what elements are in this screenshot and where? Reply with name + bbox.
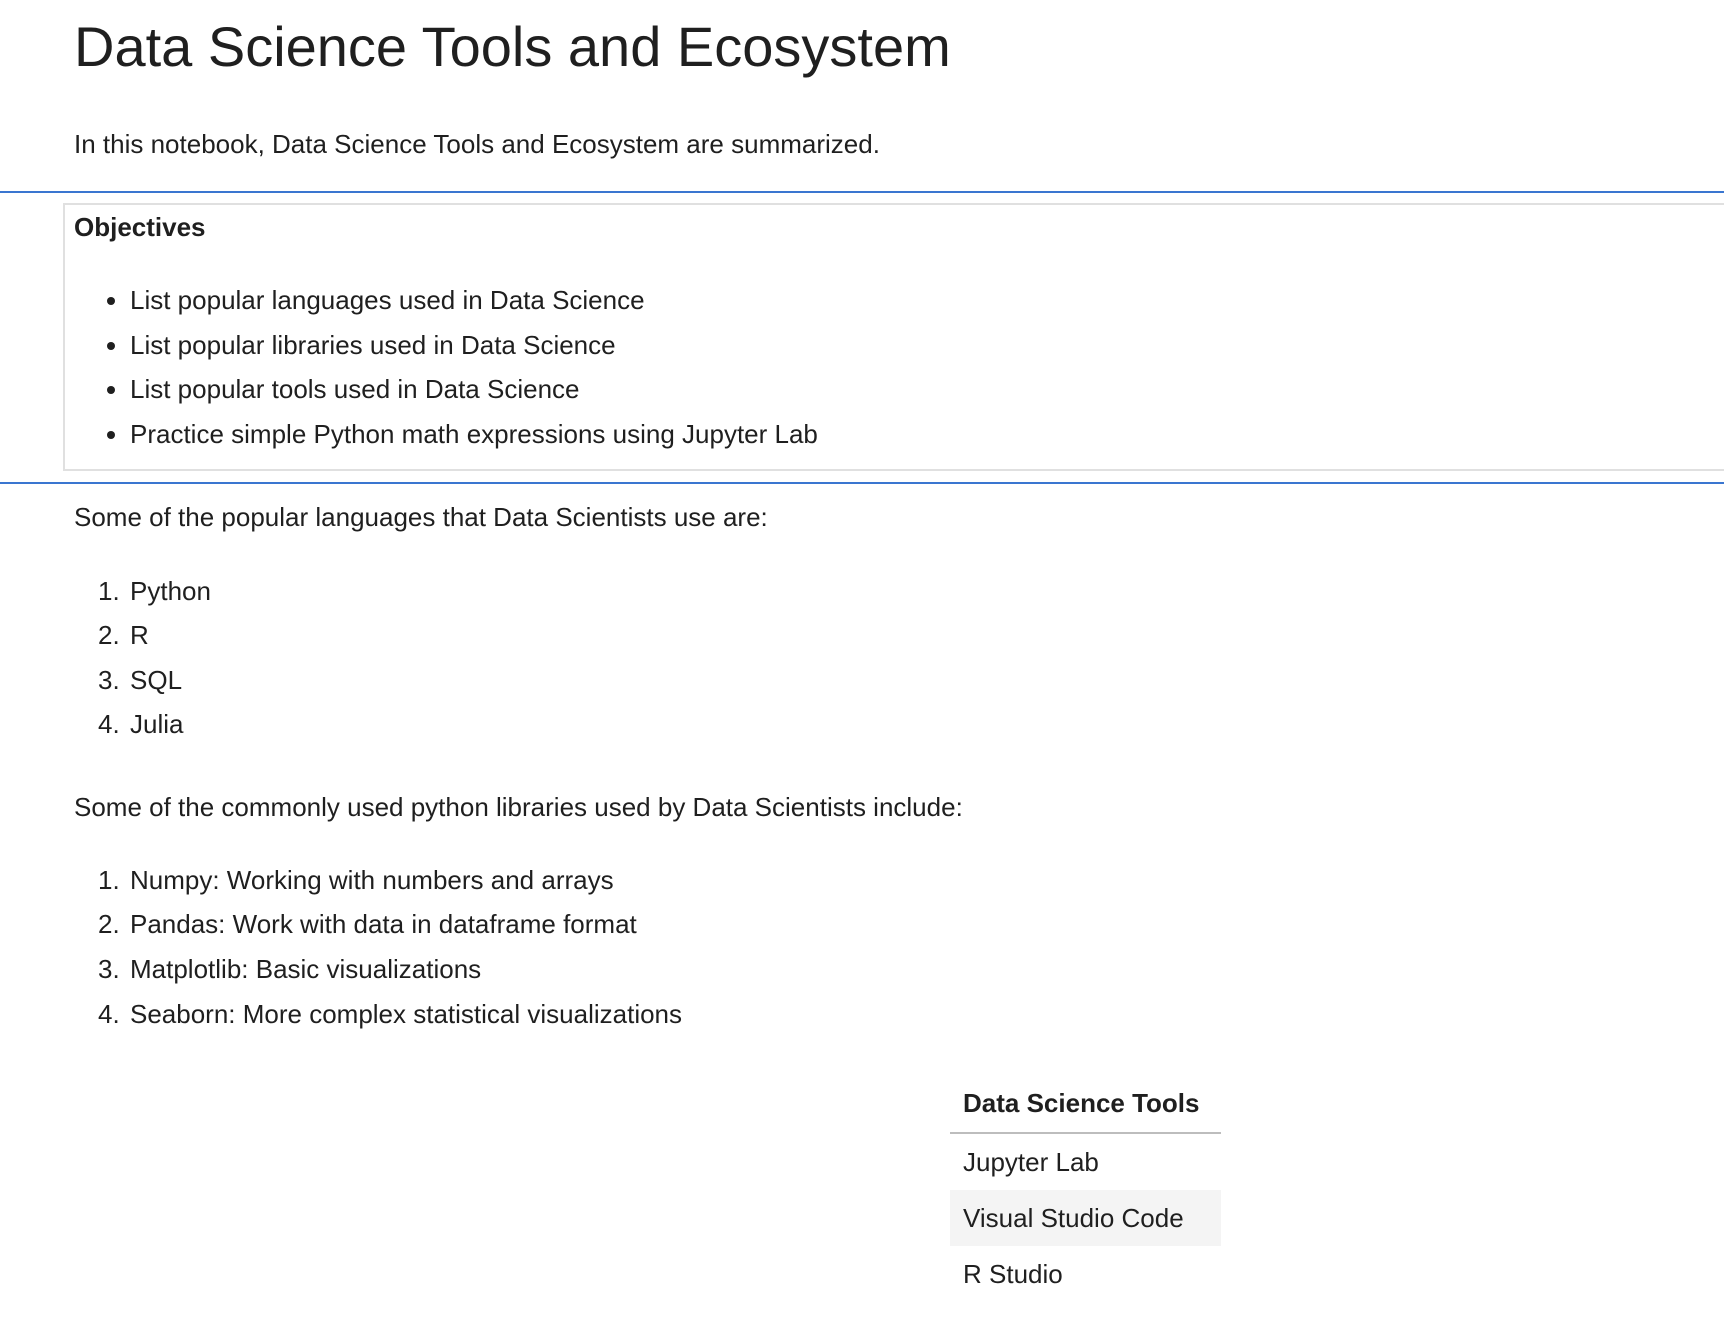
language-text: SQL xyxy=(130,665,183,695)
objective-text: Practice simple Python math expressions … xyxy=(130,419,818,449)
library-item: 4. Seaborn: More complex statistical visu… xyxy=(98,999,683,1029)
library-item: 3. Matplotlib: Basic visualizations xyxy=(98,954,482,984)
library-text: Pandas: Work with data in dataframe form… xyxy=(130,909,637,939)
intro-text: In this notebook, Data Science Tools and… xyxy=(74,129,880,159)
bullet-icon xyxy=(107,386,115,394)
language-item: 2. R xyxy=(98,620,149,650)
library-text: Numpy: Working with numbers and arrays xyxy=(130,865,614,895)
objective-text: List popular tools used in Data Science xyxy=(130,374,580,404)
tools-table: Data Science Tools Jupyter Lab Visual St… xyxy=(950,1080,1221,1302)
cell-selection-top-border xyxy=(0,191,1724,193)
language-item: 3. SQL xyxy=(98,665,183,695)
objective-text: List popular libraries used in Data Scie… xyxy=(130,330,616,360)
library-item: 1. Numpy: Working with numbers and arrays xyxy=(98,865,614,895)
library-text: Seaborn: More complex statistical visual… xyxy=(130,999,683,1029)
objective-item: List popular libraries used in Data Scie… xyxy=(107,329,616,361)
objective-item: List popular languages used in Data Scie… xyxy=(107,284,645,316)
languages-intro: Some of the popular languages that Data … xyxy=(74,502,768,532)
language-text: Python xyxy=(130,576,211,606)
objective-item: Practice simple Python math expressions … xyxy=(107,418,818,450)
table-row: R Studio xyxy=(963,1259,1063,1289)
objective-item: List popular tools used in Data Science xyxy=(107,373,580,405)
bullet-icon xyxy=(107,431,115,439)
library-text: Matplotlib: Basic visualizations xyxy=(130,954,482,984)
libraries-intro: Some of the commonly used python librari… xyxy=(74,792,963,822)
cell-selection-bottom-border xyxy=(0,482,1724,484)
page-title: Data Science Tools and Ecosystem xyxy=(74,15,951,78)
table-row: Jupyter Lab xyxy=(963,1147,1099,1177)
objective-text: List popular languages used in Data Scie… xyxy=(130,285,645,315)
language-text: Julia xyxy=(130,709,184,739)
objectives-heading: Objectives xyxy=(74,212,206,242)
bullet-icon xyxy=(107,342,115,350)
language-item: 4. Julia xyxy=(98,709,184,739)
library-item: 2. Pandas: Work with data in dataframe fo… xyxy=(98,909,637,939)
table-row: Visual Studio Code xyxy=(950,1190,1221,1246)
language-item: 1. Python xyxy=(98,576,211,606)
table-header: Data Science Tools xyxy=(950,1080,1221,1134)
language-text: R xyxy=(130,620,149,650)
bullet-icon xyxy=(107,297,115,305)
